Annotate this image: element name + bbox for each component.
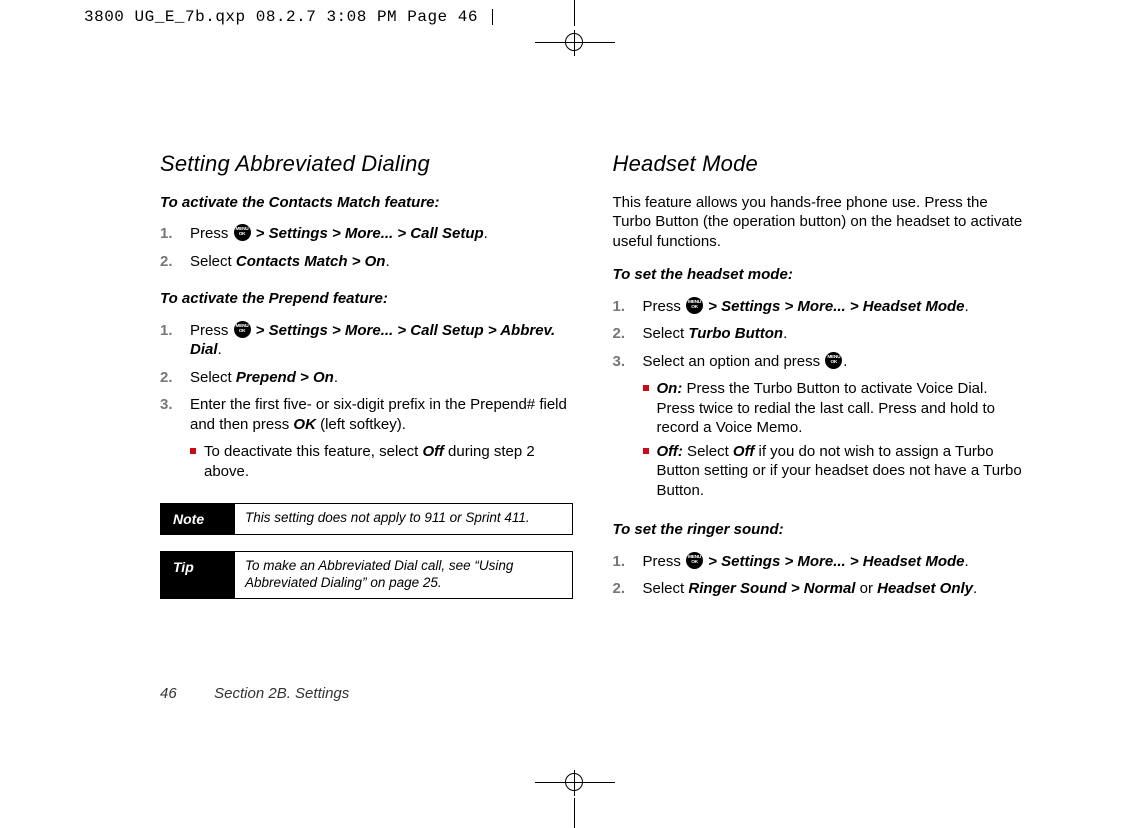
- menu-ok-icon: [825, 352, 842, 369]
- tip-callout: Tip To make an Abbreviated Dial call, se…: [160, 551, 573, 599]
- heading-abbrev-dialing: Setting Abbreviated Dialing: [160, 150, 573, 179]
- step-2: 2. Select Contacts Match > On.: [160, 248, 573, 276]
- step-1: 1. Press > Settings > More... > Call Set…: [160, 220, 573, 248]
- registration-mark-top: [545, 16, 605, 60]
- lead-contacts-match: To activate the Contacts Match feature:: [160, 193, 573, 213]
- steps-ringer-sound: 1. Press > Settings > More... > Headset …: [613, 548, 1026, 603]
- substep-deactivate: To deactivate this feature, select Off d…: [190, 440, 573, 483]
- slug-bar: [492, 9, 493, 25]
- menu-ok-icon: [686, 552, 703, 569]
- note-callout: Note This setting does not apply to 911 …: [160, 503, 573, 535]
- page-number: 46: [160, 685, 210, 702]
- print-slug: 3800 UG_E_7b.qxp 08.2.7 3:08 PM Page 46: [84, 8, 493, 26]
- tip-label: Tip: [161, 552, 235, 598]
- step-h2: 2. Select Turbo Button.: [613, 320, 1026, 348]
- substeps: To deactivate this feature, select Off d…: [190, 440, 573, 483]
- step-h3: 3. Select an option and press . On: Pres…: [613, 348, 1026, 507]
- steps-set-headset: 1. Press > Settings > More... > Headset …: [613, 293, 1026, 507]
- menu-ok-icon: [234, 321, 251, 338]
- page-footer: 46 Section 2B. Settings: [160, 685, 349, 702]
- footer-section: Section 2B. Settings: [214, 685, 349, 702]
- steps-contacts-match: 1. Press > Settings > More... > Call Set…: [160, 220, 573, 275]
- step-1b: 1. Press > Settings > More... > Call Set…: [160, 317, 573, 364]
- registration-mark-bottom: [545, 772, 605, 816]
- menu-ok-icon: [234, 224, 251, 241]
- option-on: On: Press the Turbo Button to activate V…: [643, 377, 1026, 440]
- lead-prepend: To activate the Prepend feature:: [160, 289, 573, 309]
- note-label: Note: [161, 504, 235, 534]
- step-r1: 1. Press > Settings > More... > Headset …: [613, 548, 1026, 576]
- note-text: This setting does not apply to 911 or Sp…: [235, 504, 572, 534]
- two-column-body: Setting Abbreviated Dialing To activate …: [160, 150, 1025, 609]
- step-2b: 2. Select Prepend > On.: [160, 364, 573, 392]
- option-list: On: Press the Turbo Button to activate V…: [643, 377, 1026, 502]
- tip-text: To make an Abbreviated Dial call, see “U…: [235, 552, 572, 598]
- step-r2: 2. Select Ringer Sound > Normal or Heads…: [613, 575, 1026, 603]
- step-3b: 3. Enter the first five- or six-digit pr…: [160, 391, 573, 487]
- headset-intro: This feature allows you hands-free phone…: [613, 193, 1026, 252]
- option-off: Off: Select Off if you do not wish to as…: [643, 440, 1026, 503]
- step-h1: 1. Press > Settings > More... > Headset …: [613, 293, 1026, 321]
- heading-headset-mode: Headset Mode: [613, 150, 1026, 179]
- menu-ok-icon: [686, 297, 703, 314]
- steps-prepend: 1. Press > Settings > More... > Call Set…: [160, 317, 573, 488]
- lead-set-headset: To set the headset mode:: [613, 265, 1026, 285]
- left-column: Setting Abbreviated Dialing To activate …: [160, 150, 573, 609]
- slug-text: 3800 UG_E_7b.qxp 08.2.7 3:08 PM Page 46: [84, 8, 478, 26]
- right-column: Headset Mode This feature allows you han…: [613, 150, 1026, 609]
- lead-ringer-sound: To set the ringer sound:: [613, 520, 1026, 540]
